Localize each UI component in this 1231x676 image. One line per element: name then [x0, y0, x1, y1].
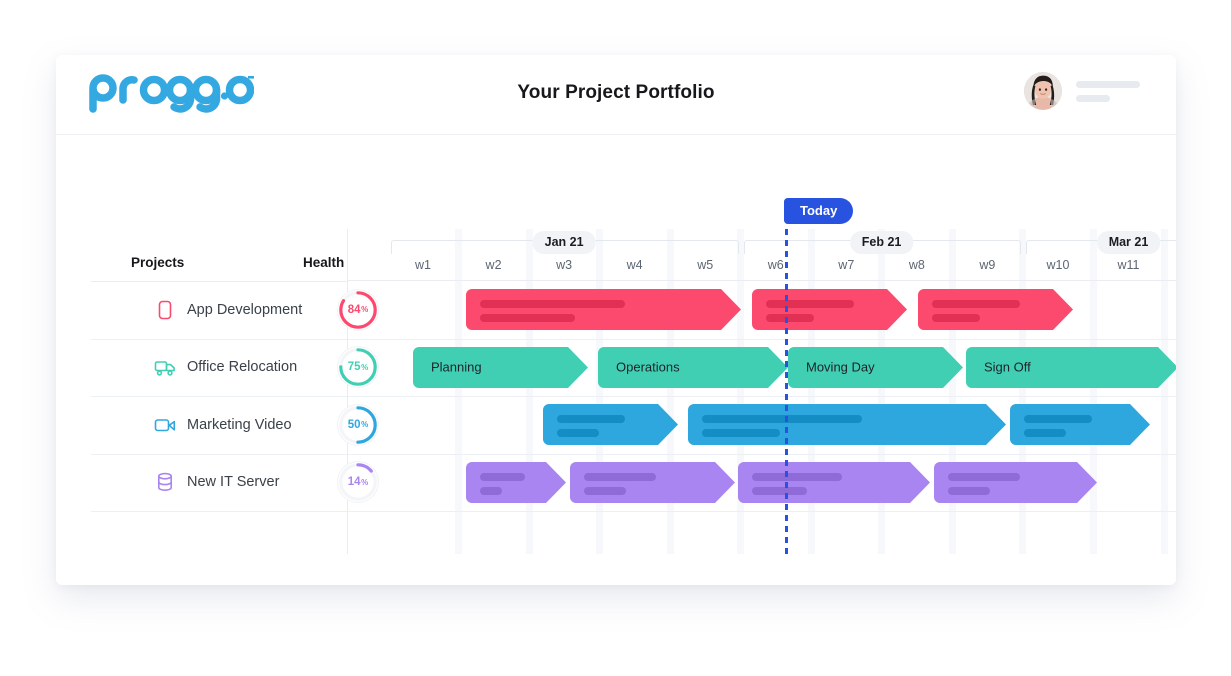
- today-badge[interactable]: Today: [784, 198, 854, 224]
- table-row[interactable]: Office Relocation 75% Planning Operations Mo…: [91, 339, 1176, 397]
- gantt-bar[interactable]: [543, 404, 678, 445]
- bar-placeholder-bar: [948, 472, 1020, 481]
- gantt-bar[interactable]: [918, 289, 1073, 330]
- bar-placeholder-bar: [702, 415, 862, 423]
- bar-placeholder-bar: [752, 486, 807, 495]
- user-name-placeholder: [1076, 80, 1140, 102]
- bar-placeholder-bar: [702, 429, 780, 437]
- bar-placeholder-bar: [584, 472, 656, 481]
- week-label-7: w7: [838, 258, 855, 272]
- week-label-2: w2: [485, 258, 502, 272]
- bar-placeholder-bar: [948, 486, 990, 495]
- month-label-jan-21: Jan 21: [532, 231, 596, 254]
- week-label-10: w10: [1046, 258, 1070, 272]
- gantt-bar[interactable]: [466, 289, 741, 330]
- month-label-mar-21: Mar 21: [1096, 231, 1161, 254]
- project-name: New IT Server: [187, 474, 280, 491]
- project-name: Marketing Video: [187, 416, 292, 433]
- video-camera-icon: [154, 414, 176, 436]
- week-label-1: w1: [415, 258, 431, 272]
- health-donut: 14%: [337, 461, 379, 504]
- bar-placeholder-bar: [584, 486, 626, 495]
- project-name: App Development: [187, 301, 303, 318]
- gantt-bar[interactable]: Sign Off: [966, 346, 1176, 388]
- mobile-phone-icon: [154, 299, 176, 321]
- gantt-bar-label: Moving Day: [806, 359, 875, 375]
- week-label-4: w4: [626, 258, 643, 272]
- health-donut: 50%: [337, 403, 379, 446]
- health-unit: %: [361, 362, 369, 372]
- bar-placeholder-bar: [766, 300, 854, 308]
- bar-placeholder-bar: [557, 415, 625, 423]
- gantt-bar[interactable]: [466, 461, 566, 503]
- health-donut: 75%: [337, 346, 379, 389]
- health-value: 75%: [337, 346, 379, 388]
- bar-placeholder-bar: [557, 429, 599, 437]
- bar-placeholder-bar: [480, 472, 525, 481]
- health-number: 84: [347, 303, 361, 316]
- health-value: 84%: [337, 289, 379, 331]
- bar-placeholder-bar: [480, 300, 625, 308]
- health-unit: %: [361, 420, 369, 430]
- health-unit: %: [361, 305, 369, 315]
- week-label-3: w3: [556, 258, 573, 272]
- week-label-9: w9: [979, 258, 996, 272]
- health-donut: 84%: [337, 288, 379, 331]
- project-name: Office Relocation: [187, 359, 298, 376]
- screenshot-root: Your Project Portfolio Projects Health J…: [0, 0, 1231, 676]
- gantt-bar-label: Operations: [616, 359, 680, 375]
- health-unit: %: [361, 477, 369, 487]
- gantt-bar[interactable]: Planning: [413, 346, 588, 388]
- gantt-bar-label: Sign Off: [984, 359, 1031, 375]
- gantt-bar[interactable]: Operations: [598, 346, 788, 388]
- gantt-bar[interactable]: [688, 404, 1006, 445]
- table-row[interactable]: App Development 84%: [91, 281, 1176, 340]
- table-row[interactable]: New IT Server 14%: [91, 454, 1176, 512]
- page-title: Your Project Portfolio: [517, 82, 715, 103]
- user-profile[interactable]: [1024, 72, 1140, 110]
- bar-placeholder-bar: [1024, 429, 1066, 437]
- user-name-bar: [1076, 80, 1140, 88]
- gantt-bar[interactable]: [752, 289, 907, 330]
- bar-placeholder-bar: [932, 314, 980, 322]
- gantt-bar[interactable]: [570, 461, 735, 503]
- health-number: 75: [347, 361, 361, 374]
- month-label-feb-21: Feb 21: [849, 231, 914, 254]
- health-value: 50%: [337, 404, 379, 446]
- bar-placeholder-bar: [932, 300, 1020, 308]
- health-number: 50: [347, 418, 361, 431]
- gantt-bar[interactable]: [1010, 404, 1150, 445]
- gantt-bar[interactable]: Moving Day: [788, 346, 963, 388]
- bar-placeholder-bar: [480, 486, 502, 495]
- week-header-row: w1w2w3w4w5w6w7w8w9w10w11W12: [56, 258, 1176, 280]
- gantt-bar[interactable]: [738, 461, 930, 503]
- portfolio-card: Your Project Portfolio Projects Health J…: [56, 55, 1176, 585]
- week-label-5: w5: [697, 258, 714, 272]
- table-row[interactable]: Marketing Video 50%: [91, 396, 1176, 455]
- health-number: 14: [347, 476, 361, 489]
- database-icon: [154, 471, 176, 493]
- truck-icon: [154, 356, 176, 378]
- timeline-area: Projects Health Jan 21 Feb 21 Mar 21 w1 w2 w…: [56, 134, 1176, 585]
- week-label-6: w6: [767, 258, 784, 272]
- card-header: Your Project Portfolio: [56, 55, 1176, 135]
- bar-placeholder-bar: [1024, 415, 1092, 423]
- week-label-11: w11: [1117, 258, 1140, 272]
- gantt-bar-label: Planning: [431, 359, 482, 375]
- week-label-8: w8: [908, 258, 925, 272]
- today-marker-line: [785, 229, 788, 554]
- user-role-bar: [1076, 94, 1110, 102]
- avatar[interactable]: [1024, 72, 1062, 110]
- bar-placeholder-bar: [480, 314, 575, 322]
- gantt-bar[interactable]: [934, 461, 1097, 503]
- month-header-row: Jan 21 Feb 21 Mar 21: [56, 229, 1176, 257]
- health-value: 14%: [337, 461, 379, 503]
- bar-placeholder-bar: [752, 472, 842, 481]
- bar-placeholder-bar: [766, 314, 814, 322]
